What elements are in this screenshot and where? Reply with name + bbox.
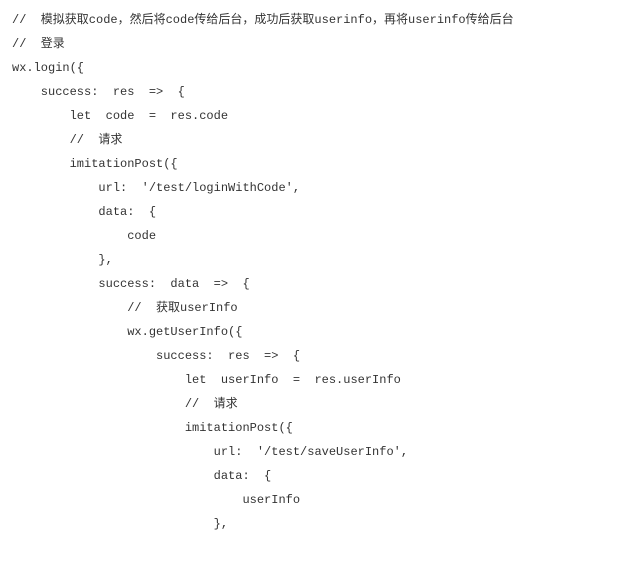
code-block: // 模拟获取code，然后将code传给后台，成功后获取userinfo，再将…	[0, 0, 622, 544]
code-content: // 模拟获取code，然后将code传给后台，成功后获取userinfo，再将…	[12, 13, 514, 531]
